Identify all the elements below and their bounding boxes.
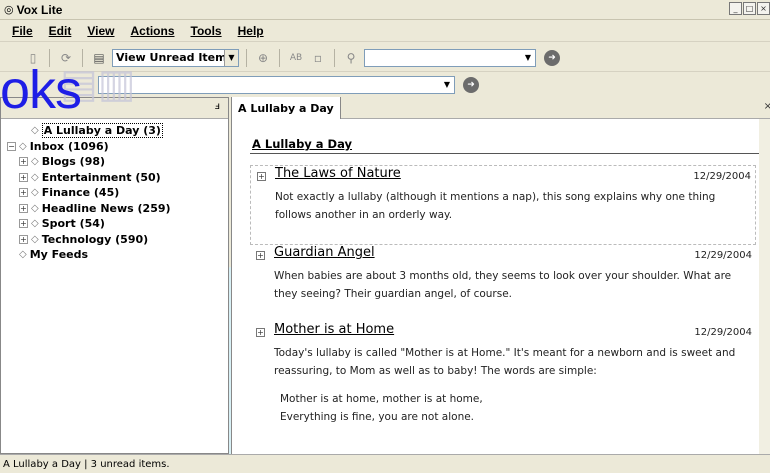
folder-icon: ◇ xyxy=(19,249,27,261)
article-title[interactable]: Guardian Angel xyxy=(274,245,375,260)
article-title[interactable]: Mother is at Home xyxy=(274,322,394,337)
menu-actions[interactable]: Actions xyxy=(130,24,174,38)
pin-icon[interactable]: ⅎ xyxy=(215,101,220,112)
folder-icon: ◇ xyxy=(31,156,39,168)
expand-icon[interactable]: + xyxy=(19,203,28,213)
expand-icon[interactable]: + xyxy=(19,188,28,198)
expand-icon[interactable]: + xyxy=(256,328,265,337)
feed-item-label: Blogs (98) xyxy=(41,155,106,169)
article-item[interactable]: + The Laws of Nature 12/29/2004 Not exac… xyxy=(250,165,756,245)
expand-icon[interactable]: + xyxy=(19,172,28,182)
menu-file[interactable]: File xyxy=(12,24,33,38)
feed-item-entertainment[interactable]: + ◇ Entertainment (50) xyxy=(5,170,228,186)
folder-icon: ◇ xyxy=(31,187,39,199)
feed-item-a-lullaby-a-day[interactable]: ◇ A Lullaby a Day (3) xyxy=(5,123,228,139)
expand-icon[interactable]: + xyxy=(257,172,266,181)
article-content: A Lullaby a Day + The Laws of Nature 12/… xyxy=(232,119,760,454)
toolbar-separator xyxy=(246,48,247,67)
feed-item-sport[interactable]: + ◇ Sport (54) xyxy=(5,216,228,232)
globe-icon[interactable]: ⊕ xyxy=(254,49,272,67)
feed-item-label: Finance (45) xyxy=(41,186,120,200)
address-input[interactable]: ▼ xyxy=(98,76,455,94)
article-date: 12/29/2004 xyxy=(693,171,751,182)
feed-tree: ◇ A Lullaby a Day (3) − ◇ Inbox (1096) +… xyxy=(1,119,228,263)
toolbar-separator xyxy=(334,48,335,67)
article-header: + Mother is at Home 12/29/2004 xyxy=(250,322,756,344)
layout-icon[interactable]: ▫ xyxy=(309,49,327,67)
close-tab-icon[interactable]: × xyxy=(764,101,770,112)
collapse-icon[interactable]: − xyxy=(7,141,16,151)
divider xyxy=(250,153,760,154)
title-bar: ◎ Vox Lite _ □ × xyxy=(0,0,770,20)
reading-pane: A Lullaby a Day × A Lullaby a Day + The … xyxy=(231,97,770,454)
feed-item-blogs[interactable]: + ◇ Blogs (98) xyxy=(5,154,228,170)
maximize-button[interactable]: □ xyxy=(743,2,756,15)
article-item[interactable]: + Mother is at Home 12/29/2004 Today's l… xyxy=(250,322,756,452)
menu-edit[interactable]: Edit xyxy=(49,24,72,38)
close-button[interactable]: × xyxy=(757,2,770,15)
chevron-down-icon[interactable]: ▼ xyxy=(224,49,238,66)
feed-item-label: A Lullaby a Day (3) xyxy=(41,123,163,139)
feed-item-inbox[interactable]: − ◇ Inbox (1096) xyxy=(5,139,228,155)
app-icon: ◎ xyxy=(4,3,14,16)
window-title: Vox Lite xyxy=(16,2,63,17)
folder-icon: ◇ xyxy=(31,233,39,245)
font-size-icon[interactable]: AB xyxy=(287,49,305,67)
tab-label: A Lullaby a Day xyxy=(238,101,334,115)
window-controls: _ □ × xyxy=(729,2,770,15)
tab-a-lullaby-a-day[interactable]: A Lullaby a Day xyxy=(232,97,341,119)
feed-item-label: Sport (54) xyxy=(41,217,105,231)
menu-view[interactable]: View xyxy=(87,24,114,38)
feed-item-label: Headline News (259) xyxy=(41,201,171,215)
feed-item-label: Inbox (1096) xyxy=(29,139,109,153)
article-date: 12/29/2004 xyxy=(694,327,752,338)
article-header: + Guardian Angel 12/29/2004 xyxy=(250,245,756,267)
article-body: When babies are about 3 months old, they… xyxy=(274,270,732,300)
article-body: Today's lullaby is called "Mother is at … xyxy=(274,347,736,377)
vertical-scrollbar[interactable] xyxy=(759,119,770,454)
folder-icon: ◇ xyxy=(31,171,39,183)
feed-icon: ◇ xyxy=(31,125,39,137)
search-input[interactable]: ▼ xyxy=(364,48,536,67)
feed-item-finance[interactable]: + ◇ Finance (45) xyxy=(5,185,228,201)
chevron-down-icon[interactable]: ▼ xyxy=(440,77,454,93)
article-date: 12/29/2004 xyxy=(694,250,752,261)
overlay-watermark-text: oks xyxy=(0,60,82,120)
menu-help[interactable]: Help xyxy=(238,24,264,38)
feed-tree-pane: ⅎ ◇ A Lullaby a Day (3) − ◇ Inbox (1096)… xyxy=(0,97,229,454)
article-body: Not exactly a lullaby (although it menti… xyxy=(275,191,716,221)
search-icon[interactable]: ⚲ xyxy=(342,49,360,67)
article-title[interactable]: The Laws of Nature xyxy=(275,166,401,181)
expand-icon[interactable]: + xyxy=(19,157,28,167)
expand-icon[interactable]: + xyxy=(19,234,28,244)
feed-item-headline-news[interactable]: + ◇ Headline News (259) xyxy=(5,201,228,217)
search-go-button[interactable]: ➜ xyxy=(544,49,560,66)
folder-icon: ◇ xyxy=(19,140,27,152)
article-header: + The Laws of Nature 12/29/2004 xyxy=(251,166,755,188)
quote-line: Mother is at home, mother is at home, xyxy=(280,393,483,405)
status-text: A Lullaby a Day | 3 unread items. xyxy=(3,458,170,470)
feed-item-label: Technology (590) xyxy=(41,232,149,246)
feed-item-my-feeds[interactable]: ◇ My Feeds xyxy=(5,247,228,263)
feed-item-label: My Feeds xyxy=(29,248,89,262)
article-quote: Mother is at home, mother is at home, Ev… xyxy=(250,380,756,426)
folder-icon: ◇ xyxy=(31,218,39,230)
expand-icon[interactable]: + xyxy=(19,219,28,229)
tab-strip: A Lullaby a Day × xyxy=(232,97,770,119)
feed-title: A Lullaby a Day xyxy=(252,137,353,151)
status-bar: A Lullaby a Day | 3 unread items. xyxy=(0,454,770,473)
feed-item-technology[interactable]: + ◇ Technology (590) xyxy=(5,232,228,248)
menu-tools[interactable]: Tools xyxy=(191,24,222,38)
quote-line: Everything is fine, you are not alone. xyxy=(280,411,475,423)
toolbar-separator xyxy=(279,48,280,67)
expand-icon[interactable]: + xyxy=(256,251,265,260)
article-item[interactable]: + Guardian Angel 12/29/2004 When babies … xyxy=(250,245,756,315)
menu-bar: File Edit View Actions Tools Help xyxy=(0,20,770,42)
feed-item-label: Entertainment (50) xyxy=(41,170,161,184)
address-go-button[interactable]: ➜ xyxy=(463,77,479,93)
minimize-button[interactable]: _ xyxy=(729,2,742,15)
chevron-down-icon[interactable]: ▼ xyxy=(521,49,535,66)
folder-icon: ◇ xyxy=(31,202,39,214)
